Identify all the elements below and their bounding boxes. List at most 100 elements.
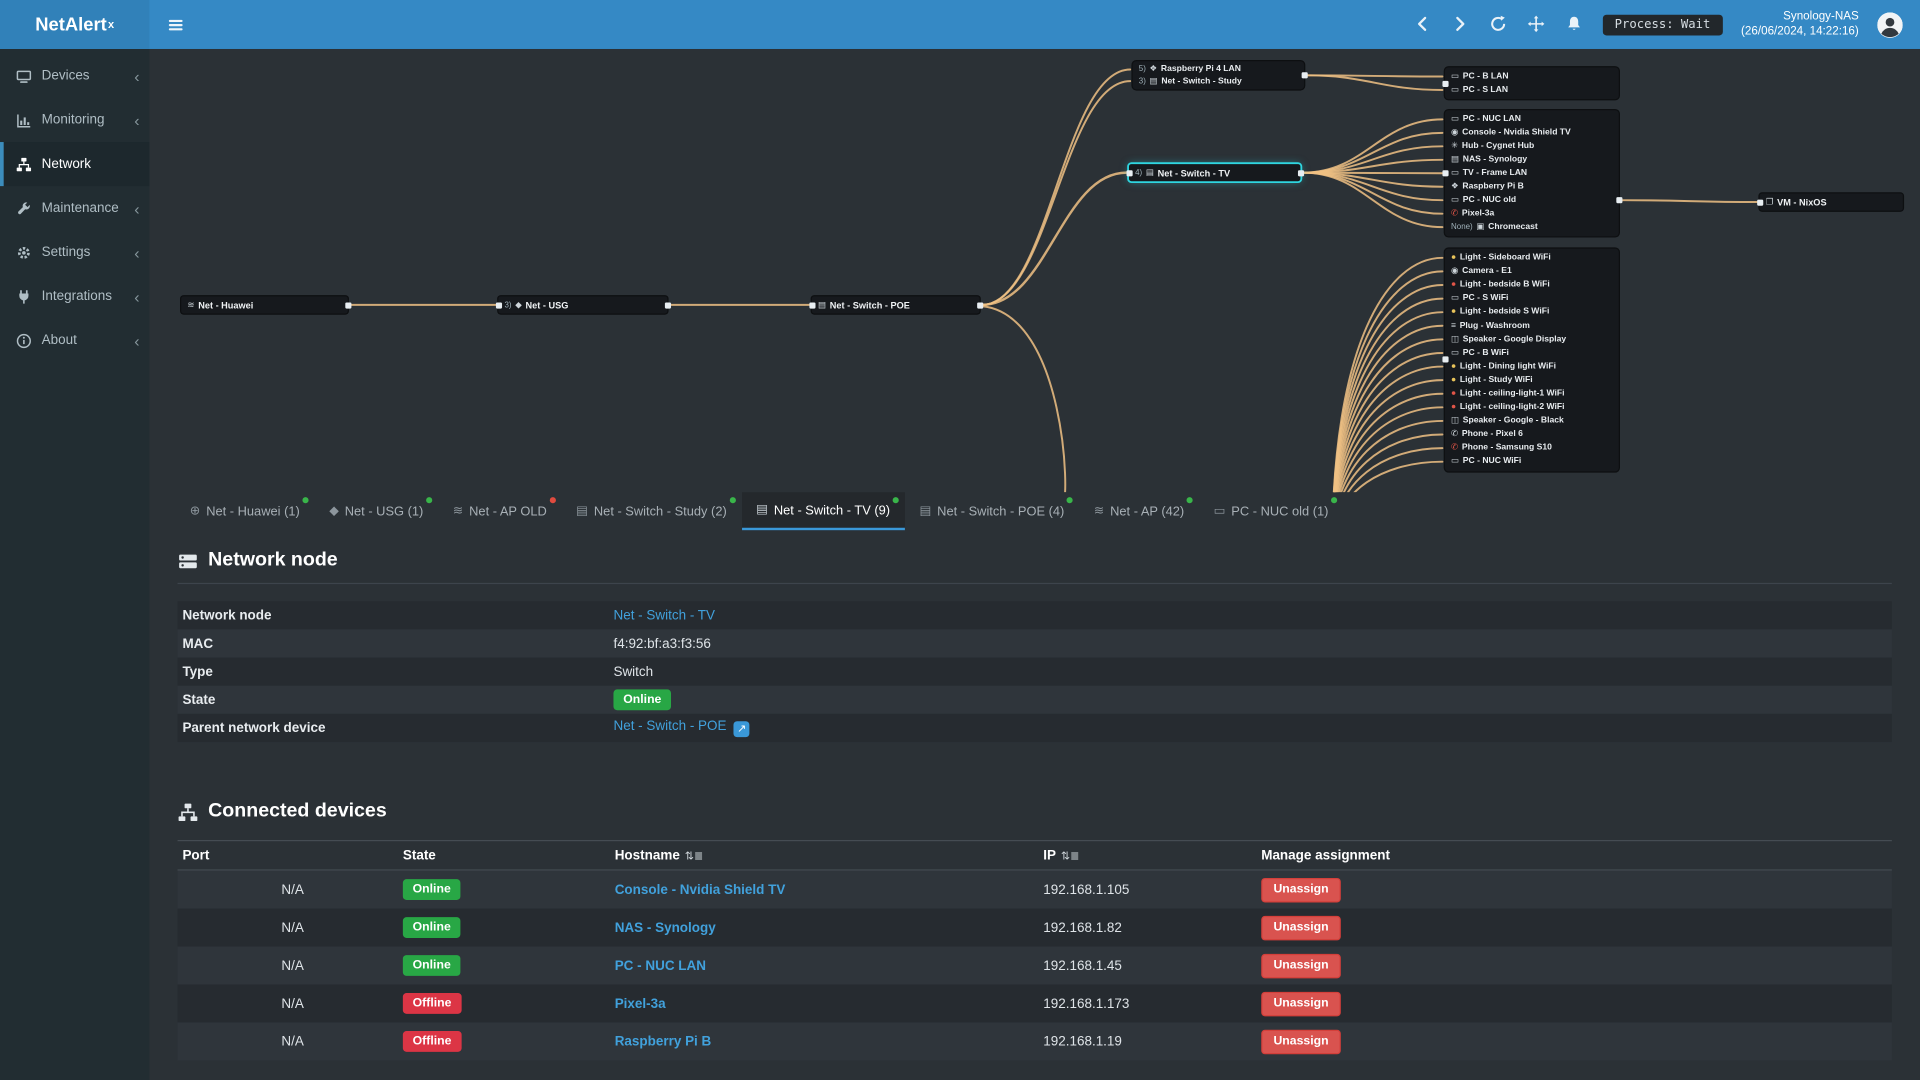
topology-node-vm-nixos[interactable]: ❐ VM - NixOS: [1756, 193, 1903, 211]
tab-net-switch-tv-9[interactable]: ▤ Net - Switch - TV (9): [741, 492, 905, 531]
unassign-button[interactable]: Unassign: [1261, 877, 1341, 902]
node-label: Net - USG: [525, 299, 569, 311]
top-bar: NetAlert x Process: Wait Synology-NAS (26…: [0, 0, 1920, 49]
refresh-icon[interactable]: [1488, 15, 1508, 35]
tab-net-ap-42[interactable]: ≋ Net - AP (42): [1079, 492, 1199, 530]
topology-device-phone-samsung-s10[interactable]: ✆ Phone - Samsung S10: [1445, 441, 1619, 455]
back-icon[interactable]: [1413, 15, 1433, 35]
topology-device-chromecast[interactable]: None) ▣ Chromecast: [1445, 220, 1619, 233]
device-label: Light - ceiling-light-2 WiFi: [1459, 402, 1565, 412]
topology-device-pc-nuc-wifi[interactable]: ▭ PC - NUC WiFi: [1445, 455, 1619, 469]
node-link[interactable]: Net - Switch - TV: [613, 608, 715, 623]
tab-net-switch-poe-4[interactable]: ▤ Net - Switch - POE (4): [905, 492, 1079, 530]
parent-node-link[interactable]: Net - Switch - POE: [613, 719, 726, 734]
status-dot-green: [302, 497, 309, 504]
topology-device-light-bedside-b-wifi[interactable]: ● Light - bedside B WiFi: [1445, 278, 1619, 292]
topology-device-raspberry-pi-b[interactable]: ❖ Raspberry Pi B: [1445, 180, 1619, 193]
tab-net-huawei-1[interactable]: ⊕ Net - Huawei (1): [175, 492, 314, 530]
topology-device-console-nvidia-shield-tv[interactable]: ◉ Console - Nvidia Shield TV: [1445, 126, 1619, 139]
topology-device-pixel-3a[interactable]: ✆ Pixel-3a: [1445, 207, 1619, 220]
unassign-button[interactable]: Unassign: [1261, 915, 1341, 940]
topology-device-speaker-google-black[interactable]: ◫ Speaker - Google - Black: [1445, 414, 1619, 428]
sidebar-item-integrations[interactable]: Integrations ‹: [0, 274, 149, 318]
topology-edge: [981, 305, 1067, 493]
topology-device-light-ceiling-light-2-wifi[interactable]: ● Light - ceiling-light-2 WiFi: [1445, 400, 1619, 414]
topology-device-light-dining-light-wifi[interactable]: ● Light - Dining light WiFi: [1445, 360, 1619, 374]
detail-row-network-node: Network node Net - Switch - TV: [177, 601, 1892, 630]
topology-device-light-sideboard-wifi[interactable]: ● Light - Sideboard WiFi: [1445, 251, 1619, 265]
topology-device-tv-frame-lan[interactable]: ▭ TV - Frame LAN: [1445, 167, 1619, 180]
sort-icon[interactable]: ⇅≣: [685, 849, 703, 861]
move-icon[interactable]: [1526, 15, 1546, 35]
topology-device-raspberry-pi-4-lan[interactable]: 5) ❖ Raspberry Pi 4 LAN: [1133, 64, 1304, 76]
bulb-icon: ●: [1451, 253, 1457, 263]
topology-device-pc-nuc-old[interactable]: ▭ PC - NUC old: [1445, 193, 1619, 206]
topology-group-wifi: ● Light - Sideboard WiFi ◉ Camera - E1 ● Ligh…: [1441, 248, 1619, 471]
external-link-icon[interactable]: ↗: [733, 721, 750, 738]
topology-device-light-study-wifi[interactable]: ● Light - Study WiFi: [1445, 373, 1619, 387]
node-port-prefix: 3): [504, 300, 512, 310]
unassign-button[interactable]: Unassign: [1261, 991, 1341, 1016]
notifications-bell-icon[interactable]: [1564, 15, 1584, 35]
process-status-badge[interactable]: Process: Wait: [1602, 14, 1723, 35]
sidebar-item-monitoring[interactable]: Monitoring ‹: [0, 98, 149, 142]
topology-device-pc-b-lan[interactable]: ▭ PC - B LAN: [1445, 70, 1619, 83]
node-label: Net - Switch - POE: [829, 299, 910, 311]
sidebar-item-network[interactable]: Network: [0, 142, 150, 187]
sidebar-item-about[interactable]: About ‹: [0, 318, 149, 362]
shield-icon: ◆: [515, 300, 522, 310]
pc-icon: ▭: [1451, 195, 1460, 205]
menu-toggle-button[interactable]: [149, 0, 200, 49]
column-header-hostname[interactable]: Hostname ⇅≣: [615, 848, 1044, 863]
sidebar-item-label: Settings: [41, 244, 91, 260]
hostname-link[interactable]: NAS - Synology: [615, 920, 716, 935]
tab-net-ap-old[interactable]: ≋ Net - AP OLD: [438, 492, 561, 530]
topology-device-speaker-google-display[interactable]: ◫ Speaker - Google Display: [1445, 333, 1619, 347]
topology-device-pc-s-lan[interactable]: ▭ PC - S LAN: [1445, 83, 1619, 96]
topology-device-pc-s-wifi[interactable]: ▭ PC - S WiFi: [1445, 292, 1619, 306]
user-avatar[interactable]: [1877, 11, 1903, 38]
sidebar: Devices ‹ Monitoring ‹ Network Maintenance ‹ Se…: [0, 48, 150, 1080]
sidebar-item-maintenance[interactable]: Maintenance ‹: [0, 186, 149, 230]
hostname-link[interactable]: Console - Nvidia Shield TV: [615, 882, 786, 897]
topology-device-light-ceiling-light-1-wifi[interactable]: ● Light - ceiling-light-1 WiFi: [1445, 387, 1619, 401]
tab-label: Net - Switch - TV (9): [773, 502, 891, 518]
hostname-link[interactable]: Raspberry Pi B: [615, 1034, 712, 1049]
sort-icon[interactable]: ⇅≣: [1061, 849, 1079, 861]
cell-ip: 192.168.1.45: [1043, 958, 1122, 973]
column-header-ip[interactable]: IP ⇅≣: [1043, 848, 1261, 863]
topology-device-light-bedside-s-wifi[interactable]: ● Light - bedside S WiFi: [1445, 305, 1619, 319]
hostname-link[interactable]: PC - NUC LAN: [615, 958, 706, 973]
topology-node-net-switch-poe[interactable]: ▤ Net - Switch - POE: [808, 296, 983, 314]
topology-node-net-usg[interactable]: 3) ◆ Net - USG: [495, 296, 671, 314]
app-logo[interactable]: NetAlert x: [0, 0, 150, 49]
topology-edge: [1346, 447, 1444, 493]
tab-label: PC - NUC old (1): [1231, 503, 1329, 519]
topology-node-net-huawei[interactable]: ≋ Net - Huawei: [181, 296, 351, 314]
hostname-link[interactable]: Pixel-3a: [615, 996, 666, 1011]
sidebar-item-settings[interactable]: Settings ‹: [0, 230, 149, 274]
unassign-button[interactable]: Unassign: [1261, 953, 1341, 978]
status-dot-green: [892, 497, 899, 504]
sidebar-item-label: Network: [41, 156, 92, 172]
topology-device-pc-b-wifi[interactable]: ▭ PC - B WiFi: [1445, 346, 1619, 360]
topology-node-net-switch-tv[interactable]: 4) ▤ Net - Switch - TV: [1125, 164, 1304, 182]
topology-device-hub-cygnet-hub[interactable]: ✳ Hub - Cygnet Hub: [1445, 140, 1619, 153]
detail-row-type: Type Switch: [177, 657, 1892, 686]
tab-pc-nuc-old-1[interactable]: ▭ PC - NUC old (1): [1199, 492, 1343, 530]
topology-device-nas-synology[interactable]: ▤ NAS - Synology: [1445, 153, 1619, 166]
network-topology[interactable]: ≋ Net - Huawei 3) ◆ Net - USG ▤ Net - Switch -…: [149, 49, 1920, 493]
tab-net-switch-study-2[interactable]: ▤ Net - Switch - Study (2): [561, 492, 741, 530]
device-label: TV - Frame LAN: [1462, 168, 1528, 178]
topology-device-phone-pixel-6[interactable]: ✆ Phone - Pixel 6: [1445, 428, 1619, 442]
topology-device-pc-nuc-lan[interactable]: ▭ PC - NUC LAN: [1445, 113, 1619, 126]
topology-device-camera-e1[interactable]: ◉ Camera - E1: [1445, 265, 1619, 279]
unassign-button[interactable]: Unassign: [1261, 1029, 1341, 1054]
sidebar-item-devices[interactable]: Devices ‹: [0, 54, 149, 98]
tab-net-usg-1[interactable]: ◆ Net - USG (1): [315, 492, 439, 530]
host-name: Synology-NAS: [1783, 9, 1859, 23]
topology-device-net-switch-study[interactable]: 3) ▤ Net - Switch - Study: [1133, 75, 1304, 87]
forward-icon[interactable]: [1451, 15, 1471, 35]
topology-device-plug-washroom[interactable]: ≡ Plug - Washroom: [1445, 319, 1619, 333]
host-info: Synology-NAS (26/06/2024, 14:22:16): [1741, 9, 1859, 39]
